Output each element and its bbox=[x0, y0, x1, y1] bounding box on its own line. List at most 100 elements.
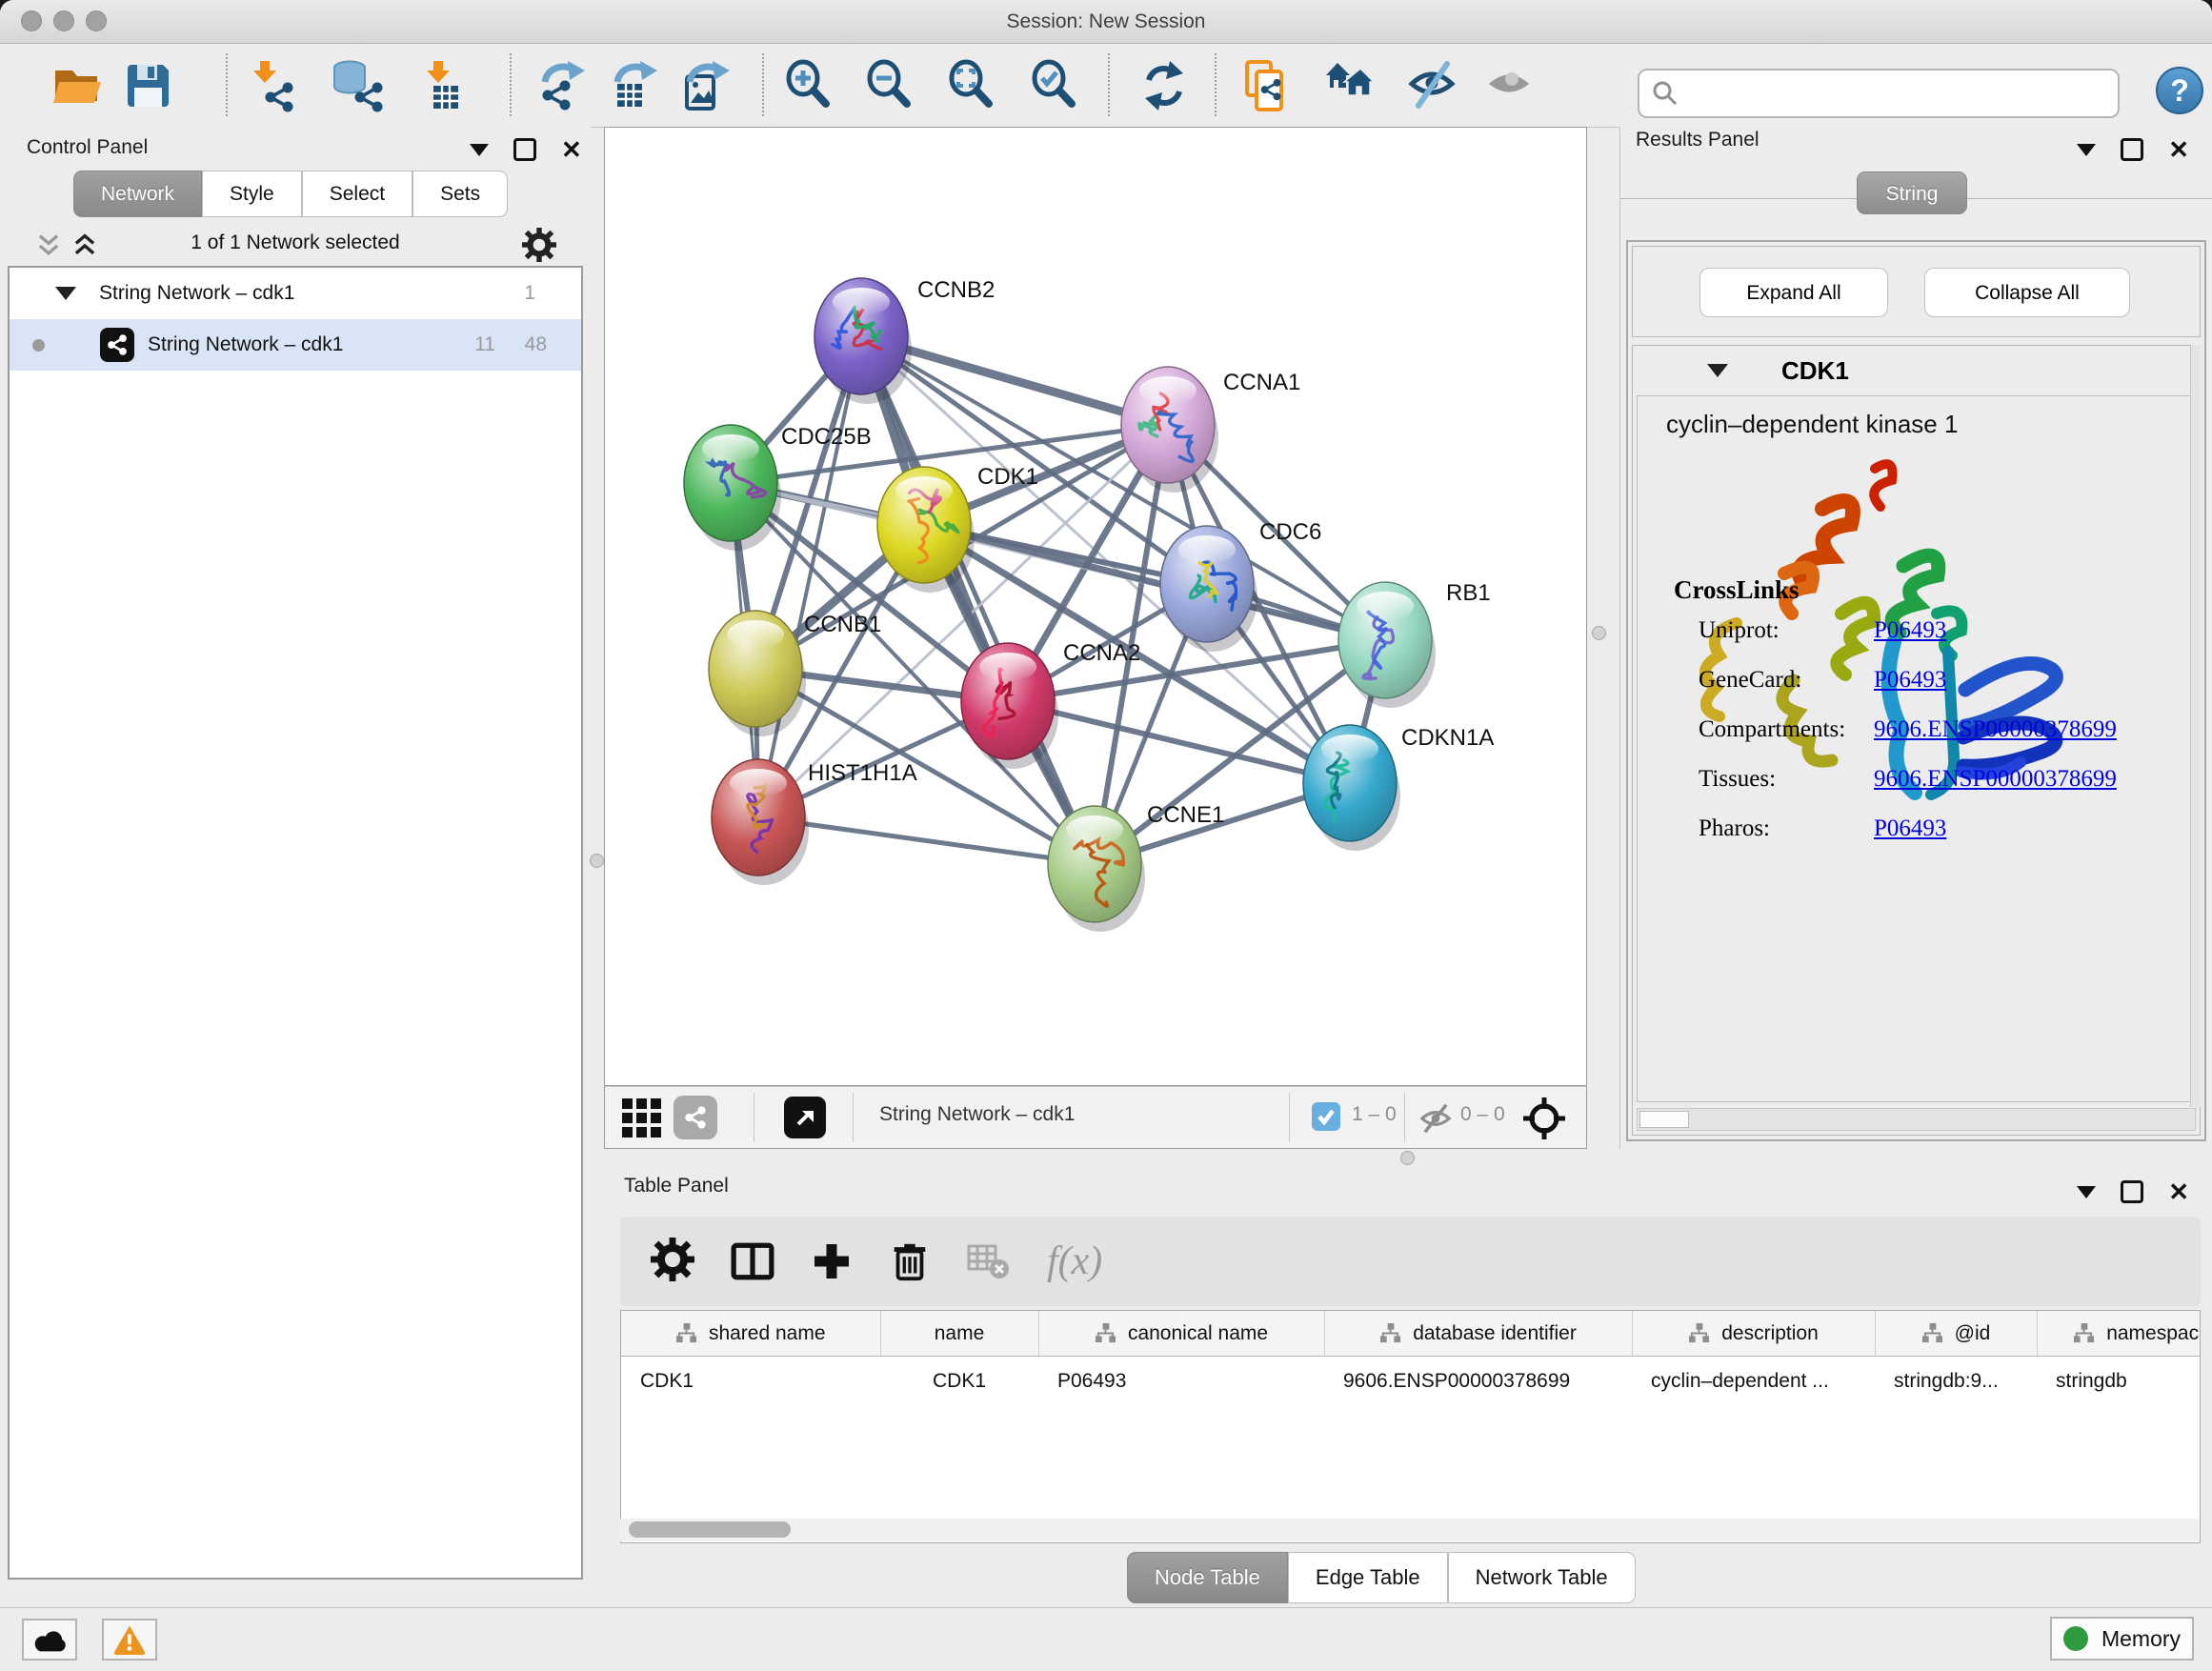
hide-selected-button[interactable] bbox=[1407, 59, 1460, 112]
network-node-CDC6[interactable]: CDC6 bbox=[1160, 519, 1321, 652]
string-style-button[interactable] bbox=[674, 1096, 717, 1139]
zoom-selected-button[interactable] bbox=[1028, 59, 1081, 112]
collapse-all-button[interactable]: Collapse All bbox=[1924, 268, 2130, 317]
cloud-button[interactable] bbox=[22, 1619, 77, 1661]
bottom-splitter-handle[interactable] bbox=[1400, 1151, 1415, 1165]
column-header-name[interactable]: name bbox=[880, 1311, 1038, 1357]
expand-all-button[interactable]: Expand All bbox=[1699, 268, 1888, 317]
float-panel-icon[interactable] bbox=[2121, 138, 2143, 161]
help-button[interactable]: ? bbox=[2156, 67, 2203, 114]
tab-select[interactable]: Select bbox=[302, 171, 412, 217]
export-image-button[interactable] bbox=[682, 59, 735, 112]
network-node-CCNE1[interactable]: CCNE1 bbox=[1048, 802, 1224, 932]
collection-label: String Network – cdk1 bbox=[99, 282, 294, 305]
selected-nodes-checkbox[interactable] bbox=[1312, 1102, 1340, 1131]
tab-node-table[interactable]: Node Table bbox=[1127, 1552, 1288, 1603]
table-cell[interactable]: P06493 bbox=[1038, 1357, 1324, 1407]
crosslink-link[interactable]: 9606.ENSP00000378699 bbox=[1874, 766, 2117, 793]
collapse-panel-icon[interactable] bbox=[2077, 144, 2096, 156]
network-node-CCNA1[interactable]: CCNA1 bbox=[1121, 367, 1300, 493]
results-vscrollbar[interactable] bbox=[2190, 345, 2201, 1107]
protein-section-header[interactable]: CDK1 bbox=[1633, 346, 2200, 395]
zoom-fit-button[interactable] bbox=[945, 59, 998, 112]
node-label: CDC25B bbox=[781, 424, 872, 450]
open-session-button[interactable] bbox=[50, 59, 103, 112]
crosslink-label: Compartments: bbox=[1699, 716, 1845, 743]
table-cell[interactable]: CDK1 bbox=[621, 1357, 880, 1407]
function-builder-icon: f(x) bbox=[1047, 1238, 1102, 1284]
column-header-canonical-name[interactable]: canonical name bbox=[1038, 1311, 1324, 1357]
tab-network[interactable]: Network bbox=[73, 171, 202, 217]
network-row-selected[interactable]: String Network – cdk1 11 48 bbox=[10, 319, 581, 371]
zoom-fit-icon bbox=[945, 59, 998, 112]
tree-expand-icon[interactable] bbox=[55, 287, 76, 300]
zoom-out-button[interactable] bbox=[863, 59, 916, 112]
network-edge[interactable] bbox=[758, 817, 1095, 864]
show-columns-icon[interactable] bbox=[731, 1239, 774, 1283]
delete-column-icon[interactable] bbox=[889, 1240, 931, 1282]
left-splitter-handle[interactable] bbox=[590, 854, 604, 868]
network-view-canvas[interactable]: CCNB2 CCNA1 CDC25B CDK1 CDC6 bbox=[604, 127, 1587, 1086]
close-panel-icon[interactable]: ✕ bbox=[2168, 1183, 2189, 1200]
table-cell[interactable]: CDK1 bbox=[880, 1357, 1038, 1407]
show-all-button bbox=[1484, 59, 1538, 112]
warning-button[interactable] bbox=[102, 1619, 157, 1661]
column-header-namespace[interactable]: namespace bbox=[2037, 1311, 2201, 1357]
import-network-from-database-button[interactable] bbox=[331, 59, 384, 112]
close-panel-icon[interactable]: ✕ bbox=[2168, 141, 2189, 158]
float-panel-icon[interactable] bbox=[2121, 1180, 2143, 1203]
export-network-button[interactable] bbox=[537, 59, 591, 112]
save-session-button[interactable] bbox=[121, 59, 174, 112]
table-cell[interactable]: stringdb:9... bbox=[1875, 1357, 2037, 1407]
protein-section: CDK1 cyclin–dependent kinase 1 bbox=[1632, 345, 2201, 1136]
tab-sets[interactable]: Sets bbox=[412, 171, 508, 217]
table-hscrollbar[interactable] bbox=[620, 1519, 2199, 1541]
collapse-panel-icon[interactable] bbox=[470, 144, 489, 156]
refresh-button[interactable] bbox=[1137, 59, 1191, 112]
tab-string[interactable]: String bbox=[1857, 171, 1967, 214]
network-options-gear-icon[interactable] bbox=[522, 228, 556, 267]
close-panel-icon[interactable]: ✕ bbox=[561, 141, 582, 158]
import-table-from-file-button[interactable] bbox=[416, 59, 470, 112]
table-cell[interactable]: stringdb bbox=[2037, 1357, 2201, 1407]
table-cell[interactable]: 9606.ENSP00000378699 bbox=[1324, 1357, 1632, 1407]
network-node-RB1[interactable]: RB1 bbox=[1338, 580, 1491, 708]
table-hscrollbar-thumb[interactable] bbox=[629, 1521, 791, 1538]
float-panel-icon[interactable] bbox=[513, 138, 536, 161]
tab-edge-table[interactable]: Edge Table bbox=[1288, 1552, 1448, 1603]
column-header-shared-name[interactable]: shared name bbox=[621, 1311, 880, 1357]
network-collection-row[interactable]: String Network – cdk1 1 bbox=[10, 268, 581, 319]
export-table-button[interactable] bbox=[610, 59, 663, 112]
network-node-CDKN1A[interactable]: CDKN1A bbox=[1303, 725, 1494, 851]
crosslink-link[interactable]: P06493 bbox=[1874, 667, 1946, 694]
collapse-panel-icon[interactable] bbox=[2077, 1186, 2096, 1198]
protein-hscrollbar[interactable] bbox=[1637, 1108, 2196, 1131]
grid-view-icon[interactable] bbox=[622, 1098, 661, 1137]
column-header-description[interactable]: description bbox=[1632, 1311, 1875, 1357]
tab-network-table[interactable]: Network Table bbox=[1448, 1552, 1636, 1603]
zoom-in-button[interactable] bbox=[782, 59, 835, 112]
column-header-database-identifier[interactable]: database identifier bbox=[1324, 1311, 1632, 1357]
crosslink-link[interactable]: 9606.ENSP00000378699 bbox=[1874, 716, 2117, 743]
crosslink-link[interactable]: P06493 bbox=[1874, 815, 1946, 842]
network-node-HIST1H1A[interactable]: HIST1H1A bbox=[712, 759, 917, 885]
column-header-@id[interactable]: @id bbox=[1875, 1311, 2037, 1357]
table-cell[interactable]: cyclin–dependent ... bbox=[1632, 1357, 1875, 1407]
memory-button[interactable]: Memory bbox=[2050, 1617, 2194, 1661]
node-table[interactable]: shared namenamecanonical namedatabase id… bbox=[620, 1310, 2201, 1543]
section-collapse-icon[interactable] bbox=[1707, 364, 1728, 377]
add-column-icon[interactable] bbox=[811, 1240, 853, 1282]
table-row[interactable]: CDK1CDK1P064939606.ENSP00000378699cyclin… bbox=[621, 1357, 2201, 1407]
first-neighbors-button[interactable] bbox=[1324, 59, 1377, 112]
search-input[interactable] bbox=[1638, 69, 2120, 118]
right-splitter-handle[interactable] bbox=[1592, 626, 1606, 640]
hidden-eye-icon bbox=[1417, 1100, 1455, 1137]
crosslink-link[interactable]: P06493 bbox=[1874, 617, 1946, 644]
import-network-from-file-button[interactable] bbox=[245, 59, 298, 112]
birdseye-view-icon[interactable] bbox=[1521, 1096, 1567, 1141]
table-options-gear-icon[interactable] bbox=[651, 1238, 694, 1286]
open-in-new-window-button[interactable] bbox=[784, 1097, 826, 1138]
clone-network-button[interactable] bbox=[1240, 59, 1294, 112]
tab-style[interactable]: Style bbox=[202, 171, 302, 217]
network-node-CCNB2[interactable]: CCNB2 bbox=[814, 277, 995, 404]
